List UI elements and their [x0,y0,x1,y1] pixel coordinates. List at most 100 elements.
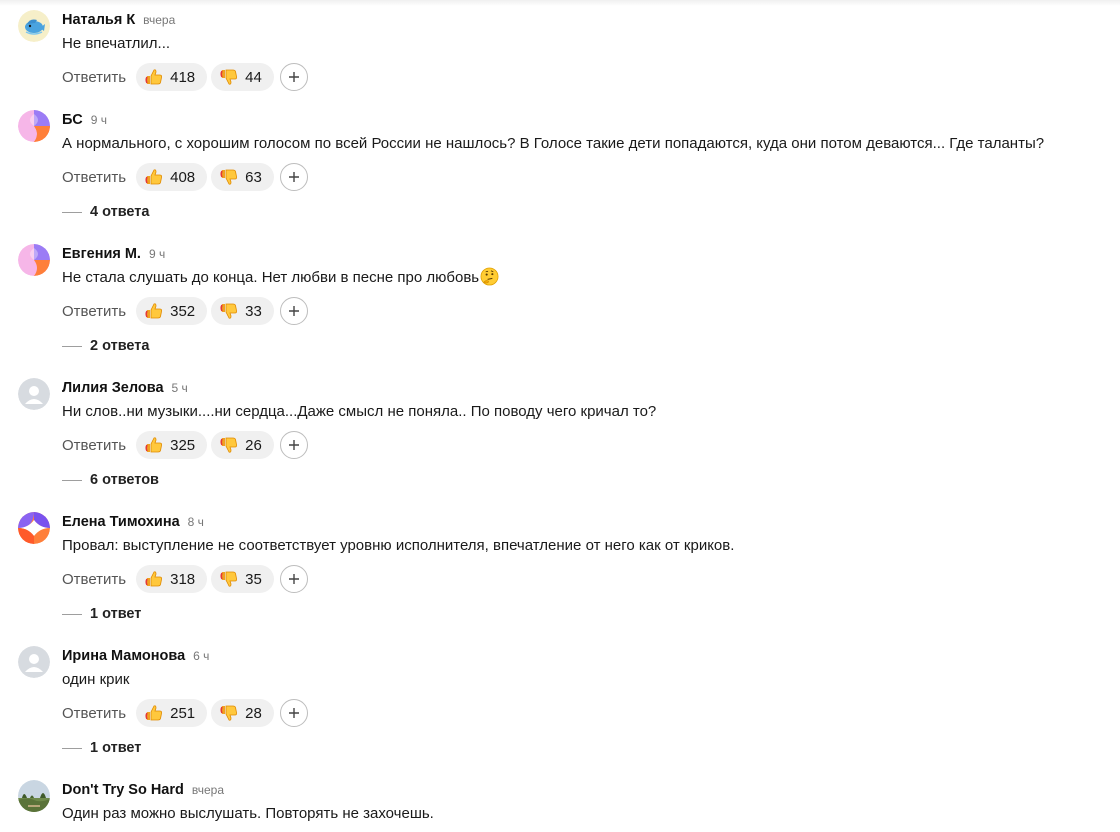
replies-divider [62,211,82,213]
default-user-avatar-icon [18,646,50,678]
like-button[interactable]: 352 [136,297,208,325]
avatar[interactable] [18,10,50,42]
like-count: 418 [170,68,196,86]
comment-text: один крик [62,671,130,688]
show-replies-button[interactable]: 1 ответ [62,738,141,758]
thumbs-up-icon [145,169,163,185]
dislike-count: 28 [245,704,262,722]
reply-button[interactable]: Ответить [62,303,126,320]
thumbs-up-icon [145,705,163,721]
dislike-button[interactable]: 35 [211,565,274,593]
reply-button[interactable]: Ответить [62,437,126,454]
plus-icon [288,574,299,584]
avatar[interactable] [18,244,50,276]
dislike-count: 26 [245,436,262,454]
comment-author[interactable]: Евгения М. [62,246,141,262]
avatar[interactable] [18,512,50,544]
like-count: 325 [170,436,196,454]
plus-icon [288,306,299,316]
default-user-avatar-icon [18,378,50,410]
comment-text: Не впечатлил... [62,35,171,52]
top-shadow [0,0,1120,6]
comment-time: 8 ч [187,515,204,529]
thinking-face-icon [480,267,499,286]
show-replies-button[interactable]: 6 ответов [62,470,159,490]
reply-button[interactable]: Ответить [62,705,126,722]
add-reaction-button[interactable] [279,297,308,325]
comment-time: 6 ч [193,649,210,663]
add-reaction-button[interactable] [279,431,308,459]
dislike-count: 44 [245,68,262,86]
dislike-button[interactable]: 44 [211,63,274,91]
abstract-avatar-icon [18,110,50,142]
thumbs-down-icon [220,69,238,85]
replies-count: 1 ответ [90,606,142,622]
dislike-button[interactable]: 33 [211,297,274,325]
reply-button[interactable]: Ответить [62,169,126,186]
thumbs-up-icon [145,437,163,453]
replies-count: 4 ответа [90,204,150,220]
replies-divider [62,479,82,481]
dislike-count: 33 [245,302,262,320]
dislike-button[interactable]: 28 [211,699,274,727]
comment-author[interactable]: Елена Тимохина [62,514,180,530]
comment-text: Не стала слушать до конца. Нет любви в п… [62,269,480,286]
comment-text: Ни слов..ни музыки....ни сердца...Даже с… [62,403,657,420]
plus-icon [288,708,299,718]
dislike-count: 63 [245,168,262,186]
dolphin-avatar-icon [18,10,50,42]
like-button[interactable]: 408 [136,163,208,191]
reply-button[interactable]: Ответить [62,571,126,588]
comment-author[interactable]: Лилия Зелова [62,380,164,396]
comment-time: 5 ч [171,381,188,395]
add-reaction-button[interactable] [279,565,308,593]
add-reaction-button[interactable] [279,699,308,727]
show-replies-button[interactable]: 2 ответа [62,336,149,356]
replies-count: 2 ответа [90,338,150,354]
thumbs-down-icon [220,303,238,319]
like-count: 408 [170,168,196,186]
thumbs-up-icon [145,571,163,587]
comment-time: 9 ч [148,247,166,261]
like-button[interactable]: 418 [136,63,208,91]
thumbs-down-icon [220,437,238,453]
add-reaction-button[interactable] [279,63,308,91]
thumbs-up-icon [145,69,163,85]
plus-icon [288,440,299,450]
comment-time: вчера [191,783,224,797]
landscape-avatar-icon [18,780,50,812]
dislike-button[interactable]: 63 [211,163,274,191]
replies-divider [62,613,82,615]
reply-button[interactable]: Ответить [62,69,126,86]
avatar[interactable] [18,780,50,812]
add-reaction-button[interactable] [279,163,308,191]
avatar[interactable] [18,378,50,410]
replies-divider [62,747,82,749]
like-button[interactable]: 251 [136,699,208,727]
avatar[interactable] [18,646,50,678]
show-replies-button[interactable]: 4 ответа [62,202,149,222]
replies-count: 6 ответов [90,472,159,488]
avatar[interactable] [18,110,50,142]
comment-text: Один раз можно выслушать. Повторять не з… [62,805,434,822]
comment-time: вчера [143,13,176,27]
comment-author[interactable]: Don't Try So Hard [62,782,184,798]
like-count: 352 [170,302,196,320]
dislike-button[interactable]: 26 [211,431,274,459]
plus-icon [288,172,299,182]
comment-author[interactable]: Наталья К [62,12,135,28]
show-replies-button[interactable]: 1 ответ [62,604,141,624]
abstract-avatar-icon [18,512,50,544]
comment-author[interactable]: Ирина Мамонова [62,648,185,664]
like-count: 318 [170,570,196,588]
comment-author[interactable]: БС [62,112,83,128]
replies-divider [62,345,82,347]
thumbs-down-icon [220,571,238,587]
abstract-avatar-icon [18,244,50,276]
like-button[interactable]: 325 [136,431,208,459]
comment-time: 9 ч [90,113,107,127]
comment-text: А нормального, с хорошим голосом по всей… [62,135,1045,152]
dislike-count: 35 [245,570,262,588]
like-count: 251 [170,704,196,722]
like-button[interactable]: 318 [136,565,208,593]
